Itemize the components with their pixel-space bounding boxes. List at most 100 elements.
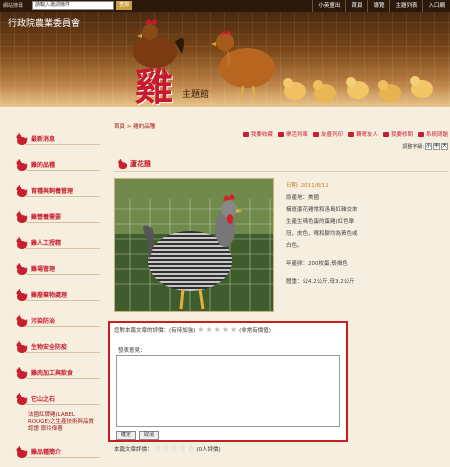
search-button[interactable]: 查詢 — [116, 1, 132, 10]
sidebar-divider — [26, 144, 100, 145]
article-date: 日期: 2011/8/11 — [286, 183, 329, 189]
star-icon: ☆ — [187, 444, 195, 453]
sidebar-divider — [26, 300, 100, 301]
cancel-button[interactable]: 取消 — [139, 431, 159, 440]
theme-hall-label: 主題館 — [182, 90, 210, 100]
rating-row: 您對本篇文章的評價：(有待加強) ★ ★ ★ ★ ★ (非常有價值) — [114, 326, 271, 335]
sidebar-item[interactable]: 它山之石 — [0, 388, 102, 409]
star-icon[interactable]: ★ — [214, 326, 221, 334]
article-title-row: 蘆花雞 — [116, 158, 151, 170]
sidebar-item[interactable]: 雞營養需要 — [0, 206, 102, 227]
rating-high-label: (非常有價值) — [239, 328, 271, 334]
mail-icon — [347, 131, 354, 137]
info-line: 體重：公4.2公斤,母3.2公斤 — [286, 279, 355, 285]
site-search-label: 網站搜尋 — [3, 3, 24, 9]
sidebar-item-label: 雞廢棄物處理 — [31, 292, 68, 299]
sidebar-item[interactable]: 最新消息 — [0, 128, 102, 149]
article-title: 蘆花雞 — [130, 160, 151, 168]
article-rating-summary: 本篇文章評價： ☆ ☆ ☆ ☆ ☆ (0人評價) — [114, 444, 221, 454]
info-line: 生產生瑪色蛋的蛋雞(紅色單 — [286, 219, 355, 225]
article-rating-label: 本篇文章評價： — [114, 447, 153, 453]
star-icon: ☆ — [170, 444, 179, 453]
system-issue-link[interactable]: 系統問題 — [417, 130, 448, 138]
star-icon[interactable]: ★ — [197, 326, 204, 334]
lohas-link[interactable]: 樂活列車 — [277, 130, 308, 138]
article-info: 日期: 2011/8/11 原產地：美國 橫斑蘆花雞常和洛島紅雜交來 生產生瑪色… — [286, 180, 446, 288]
top-nav-home[interactable]: 首頁 — [345, 0, 367, 12]
sidebar-divider — [26, 274, 100, 275]
sidebar-divider — [26, 326, 100, 327]
top-nav-topics[interactable]: 主題列表 — [389, 0, 422, 12]
forward-link[interactable]: 轉寄友人 — [347, 130, 378, 138]
article-rating-count: (0人評價) — [196, 447, 221, 453]
star-icon[interactable]: ★ — [205, 326, 212, 334]
main-content: 首頁 > 雞的品種 我要收藏 樂活列車 友善列印 轉寄友人 我要修問 系統問題 … — [108, 110, 448, 456]
sidebar-item-label: 雞肉加工與飲食 — [31, 370, 74, 377]
barred-rock-rooster-image — [115, 179, 273, 311]
sidebar-item[interactable]: 雞廢棄物處理 — [0, 284, 102, 305]
sidebar-item-label: 雞營養需要 — [31, 214, 62, 221]
top-bar: 網站搜尋 請輸入選詞條件 查詢 小英童出 首頁 導覽 主題列表 入口網 — [0, 0, 450, 12]
sidebar-divider — [26, 352, 100, 353]
sidebar-item-label: 雞場管理 — [31, 266, 56, 273]
sidebar-item[interactable]: 雞肉加工與飲食 — [0, 362, 102, 383]
sidebar-item[interactable]: 雞的品種 — [0, 154, 102, 175]
sidebar-item-label: 生物安全防疫 — [31, 344, 68, 351]
font-size-small-button[interactable]: 小 — [425, 143, 432, 150]
sidebar-item[interactable]: 雞品種簡介 — [0, 441, 102, 462]
sidebar-divider — [26, 170, 100, 171]
font-size-medium-button[interactable]: 中 — [433, 143, 440, 150]
top-nav-item[interactable]: 小英童出 — [312, 0, 345, 12]
sidebar-item-label: 污染防治 — [31, 318, 56, 325]
chicken-photo — [114, 178, 274, 312]
favorite-icon — [242, 131, 249, 137]
top-nav-portal[interactable]: 入口網 — [422, 0, 450, 12]
star-icon: ☆ — [162, 444, 170, 453]
star-icon[interactable]: ★ — [222, 326, 229, 334]
info-line: 年產卵：200枚蛋,殼褐色 — [286, 261, 348, 267]
sidebar-divider — [26, 404, 100, 405]
ask-link[interactable]: 我要修問 — [382, 130, 413, 138]
breadcrumb[interactable]: 首頁 > 雞的品種 — [114, 122, 155, 130]
rating-feedback-panel: 您對本篇文章的評價：(有待加強) ★ ★ ★ ★ ★ (非常有價值) 發表意見：… — [108, 321, 348, 442]
coa-logo[interactable]: 行政院農業委員會 — [8, 16, 80, 29]
search-input[interactable]: 請輸入選詞條件 — [32, 1, 114, 10]
hen-illustration — [211, 30, 275, 99]
sidebar-submenu-link[interactable]: 法國紅牌雞(LABEL ROUGE)之生產技術與品質認證 鄭玲偉著 — [28, 412, 96, 433]
font-size-control: 調整字級: 小 中 大 — [402, 143, 448, 150]
title-divider — [114, 171, 448, 172]
sidebar-divider — [26, 378, 100, 379]
sidebar-item-label: 雞品種簡介 — [31, 449, 62, 456]
sidebar-divider — [26, 222, 100, 223]
sidebar-item[interactable]: 雞人工授精 — [0, 232, 102, 253]
top-nav: 小英童出 首頁 導覽 主題列表 入口網 — [312, 0, 450, 12]
comment-textarea[interactable] — [116, 355, 340, 427]
rooster-icon — [118, 158, 128, 170]
sidebar-divider — [26, 196, 100, 197]
sidebar-item-label: 它山之石 — [31, 396, 56, 403]
print-link[interactable]: 友善列印 — [312, 130, 343, 138]
header-banner: 行政院農業委員會 雞 主題館 — [0, 12, 450, 107]
sidebar-item[interactable]: 雞場管理 — [0, 258, 102, 279]
sidebar-menu: 最新消息雞的品種育種與飼養管理 雞營養需要雞人工授精雞場管理雞廢棄物處理 污染防治生… — [0, 128, 102, 467]
sidebar-item[interactable]: 生物安全防疫 — [0, 336, 102, 357]
font-size-label: 調整字級: — [402, 144, 424, 150]
sidebar-item-label: 育種與飼養管理 — [31, 188, 74, 195]
question-icon — [382, 131, 389, 137]
print-icon — [312, 131, 319, 137]
sidebar-divider — [26, 457, 100, 458]
ok-button[interactable]: 確定 — [116, 431, 136, 440]
info-line: 白色。 — [286, 243, 303, 249]
star-icon[interactable]: ★ — [230, 326, 237, 334]
rating-stars: ★ ★ ★ ★ ★ — [197, 326, 237, 334]
chicks-illustration — [283, 76, 433, 102]
font-size-large-button[interactable]: 大 — [441, 143, 448, 150]
sidebar-item[interactable]: 育種與飼養管理 — [0, 180, 102, 201]
lohas-icon — [277, 131, 284, 137]
sidebar-item-label: 雞人工授精 — [31, 240, 62, 247]
star-icon: ☆ — [179, 444, 187, 453]
sidebar-item[interactable]: 污染防治 — [0, 310, 102, 331]
sidebar-item-label: 最新消息 — [31, 136, 56, 143]
top-nav-guide[interactable]: 導覽 — [367, 0, 389, 12]
favorite-link[interactable]: 我要收藏 — [242, 130, 273, 138]
